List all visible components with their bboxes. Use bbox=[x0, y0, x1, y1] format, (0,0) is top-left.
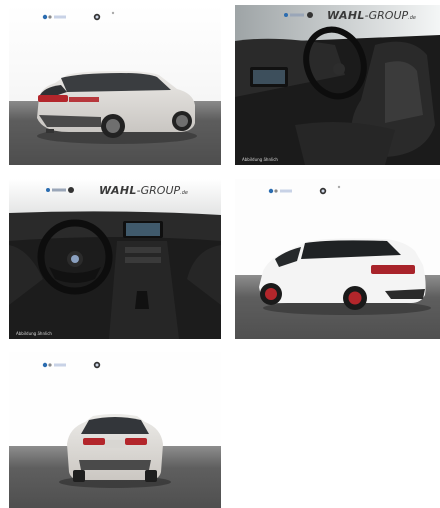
car-exterior-rear-quarter-image bbox=[235, 179, 440, 339]
gallery-image-5[interactable] bbox=[9, 352, 221, 508]
gallery-image-3[interactable]: WAHL-GROUP.de Abbildung ähnlich bbox=[9, 179, 221, 339]
gallery-image-2[interactable]: WAHL-GROUP.de Abbildung ähnlich bbox=[235, 5, 440, 165]
gallery-image-4[interactable] bbox=[235, 179, 440, 339]
gallery-image-1[interactable] bbox=[9, 5, 221, 165]
car-dashboard-image bbox=[9, 179, 221, 339]
dealer-wordmark: WAHL-GROUP.de bbox=[99, 184, 188, 197]
dealer-wordmark: WAHL-GROUP.de bbox=[327, 9, 416, 22]
car-exterior-rear-quarter-image bbox=[9, 5, 221, 165]
image-caption: Abbildung ähnlich bbox=[16, 331, 52, 336]
car-exterior-rear-image bbox=[9, 352, 221, 508]
car-interior-seat-image bbox=[235, 5, 440, 165]
image-caption: Abbildung ähnlich bbox=[242, 157, 278, 162]
